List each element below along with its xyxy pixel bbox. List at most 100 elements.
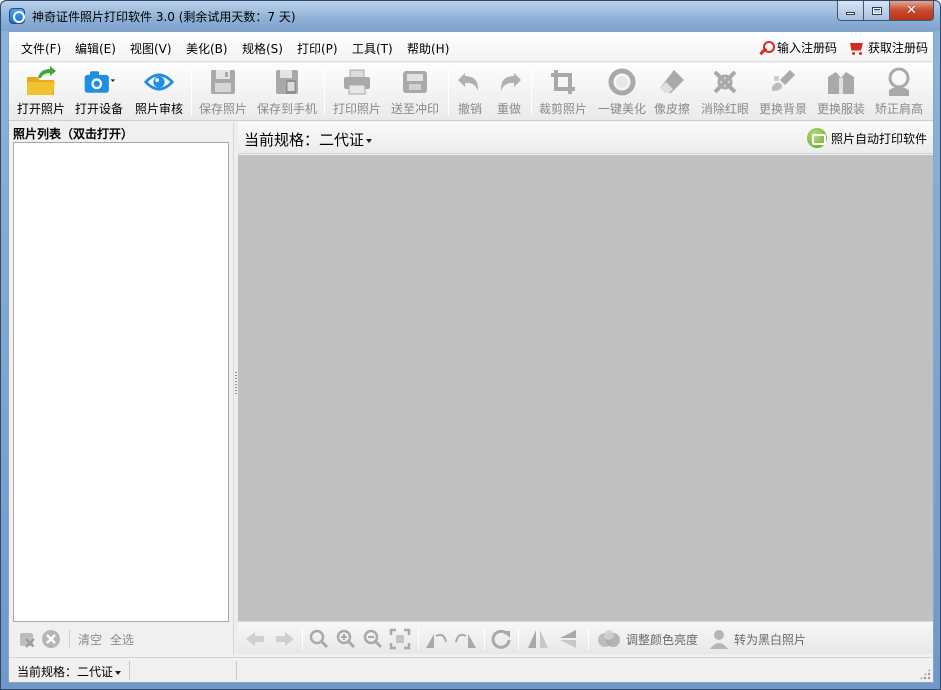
eraser-button[interactable]: 像皮擦 [652, 65, 692, 119]
zoom-icon[interactable] [308, 628, 330, 650]
folder-open-icon [24, 65, 58, 99]
status-spec-selector[interactable]: 当前规格：二代证 [17, 663, 122, 680]
flip-vertical-icon[interactable] [556, 628, 580, 650]
crop-photo-button[interactable]: 裁剪照片 [535, 65, 591, 119]
splitter-grip [235, 372, 237, 396]
status-spec-text: 当前规格：二代证 [17, 665, 114, 679]
photo-canvas[interactable] [238, 155, 933, 621]
send-to-print-label: 送至冲印 [390, 102, 439, 116]
window-controls: ✕ [837, 1, 934, 21]
change-background-button[interactable]: 更换背景 [755, 65, 811, 119]
redo-icon [492, 65, 526, 99]
redeye-icon [708, 65, 742, 99]
save-photo-label: 保存照片 [198, 102, 247, 116]
dropdown-caret-icon [115, 670, 122, 675]
spec-value: 二代证 [319, 131, 365, 149]
save-to-phone-button[interactable]: 保存到手机 [254, 65, 320, 119]
minimize-icon [846, 12, 855, 15]
window-title: 神奇证件照片打印软件 3.0 (剩余试用天数：7 天) [32, 10, 296, 24]
undo-label: 撤销 [457, 102, 482, 116]
crop-icon [546, 65, 580, 99]
delete-photo-icon[interactable] [17, 629, 37, 649]
flip-horizontal-icon[interactable] [526, 628, 550, 650]
remove-redeye-label: 消除红眼 [700, 102, 749, 116]
auto-print-link[interactable]: 照片自动打印软件 [806, 128, 927, 148]
status-separator [236, 661, 237, 680]
change-clothes-label: 更换服装 [816, 102, 865, 116]
floppy-icon [206, 65, 240, 99]
select-all-button[interactable]: 全选 [110, 631, 134, 648]
current-spec-selector[interactable]: 当前规格：二代证 [244, 129, 373, 150]
correct-shoulder-button[interactable]: 矫正肩高 [871, 65, 927, 119]
title-bar[interactable]: 神奇证件照片打印软件 3.0 (剩余试用天数：7 天) ✕ [1, 1, 940, 31]
menu-view[interactable]: 视图(V) [130, 40, 172, 57]
rotate-left-icon[interactable] [424, 628, 448, 650]
toolbar-separator [448, 69, 449, 115]
crop-photo-label: 裁剪照片 [538, 102, 587, 116]
eye-icon [142, 65, 176, 99]
tools-separator [588, 628, 589, 650]
status-separator [129, 661, 130, 680]
action-separator [69, 630, 70, 648]
menu-help[interactable]: 帮助(H) [407, 40, 449, 57]
enter-code-link[interactable]: 输入注册码 [757, 39, 837, 56]
toolbar-separator [324, 69, 325, 115]
key-icon [757, 40, 775, 55]
photo-review-button[interactable]: 照片审核 [131, 65, 187, 119]
open-photo-button[interactable]: 打开照片 [13, 65, 69, 119]
main-toolbar: 打开照片 打开设备 照片审核 保存照片 保存到手机 打印照片 送至冲印 撤销 重… [9, 63, 933, 121]
tools-separator [484, 628, 485, 650]
print-photo-button[interactable]: 打印照片 [329, 65, 385, 119]
adjust-color-button[interactable]: 调整颜色亮度 [596, 628, 698, 650]
get-code-link[interactable]: 获取注册码 [847, 39, 928, 56]
save-to-phone-label: 保存到手机 [256, 102, 317, 116]
cart-icon [847, 40, 865, 56]
minimize-button[interactable] [837, 1, 864, 21]
photo-list-actions: 清空 全选 [13, 626, 229, 652]
camera-icon [82, 65, 116, 99]
save-photo-button[interactable]: 保存照片 [195, 65, 251, 119]
background-icon [766, 65, 800, 99]
redo-button[interactable]: 重做 [491, 65, 527, 119]
menu-tools[interactable]: 工具(T) [352, 40, 393, 57]
resize-grip-icon[interactable] [919, 668, 931, 680]
status-bar: 当前规格：二代证 [9, 657, 933, 682]
color-adjust-icon [598, 630, 620, 647]
rotate-right-icon[interactable] [454, 628, 478, 650]
remove-photo-icon[interactable] [41, 629, 61, 649]
one-click-beautify-label: 一键美化 [597, 102, 646, 116]
rotate-icon[interactable] [490, 628, 512, 650]
maximize-icon [871, 6, 882, 15]
open-device-button[interactable]: 打开设备 [71, 65, 127, 119]
printer-icon [340, 65, 374, 99]
tools-separator [418, 628, 419, 650]
photo-list[interactable] [13, 142, 229, 622]
menu-edit[interactable]: 编辑(E) [75, 40, 116, 57]
phone-save-icon [270, 65, 304, 99]
undo-button[interactable]: 撤销 [452, 65, 488, 119]
maximize-button[interactable] [864, 1, 890, 21]
next-arrow-icon[interactable] [274, 628, 296, 650]
zoom-out-icon[interactable] [362, 628, 384, 650]
menu-print[interactable]: 打印(P) [297, 40, 338, 57]
convert-bw-button[interactable]: 转为黑白照片 [708, 628, 806, 650]
photo-list-pane: 照片列表（双击打开） 清空 全选 [9, 122, 233, 654]
close-button[interactable]: ✕ [890, 1, 934, 21]
send-to-print-button[interactable]: 送至冲印 [387, 65, 443, 119]
photo-list-header: 照片列表（双击打开） [13, 127, 134, 141]
remove-redeye-button[interactable]: 消除红眼 [697, 65, 753, 119]
convert-bw-label: 转为黑白照片 [734, 632, 807, 647]
clear-button[interactable]: 清空 [78, 631, 102, 648]
change-background-label: 更换背景 [758, 102, 807, 116]
fit-screen-icon[interactable] [389, 628, 411, 650]
redo-label: 重做 [496, 102, 521, 116]
menu-spec[interactable]: 规格(S) [242, 40, 283, 57]
photo-review-label: 照片审核 [134, 102, 183, 116]
change-clothes-button[interactable]: 更换服装 [813, 65, 869, 119]
menu-file[interactable]: 文件(F) [21, 40, 61, 57]
zoom-in-icon[interactable] [335, 628, 357, 650]
prev-arrow-icon[interactable] [244, 628, 266, 650]
eraser-label: 像皮擦 [653, 102, 690, 116]
menu-beautify[interactable]: 美化(B) [186, 40, 228, 57]
one-click-beautify-button[interactable]: 一键美化 [594, 65, 650, 119]
